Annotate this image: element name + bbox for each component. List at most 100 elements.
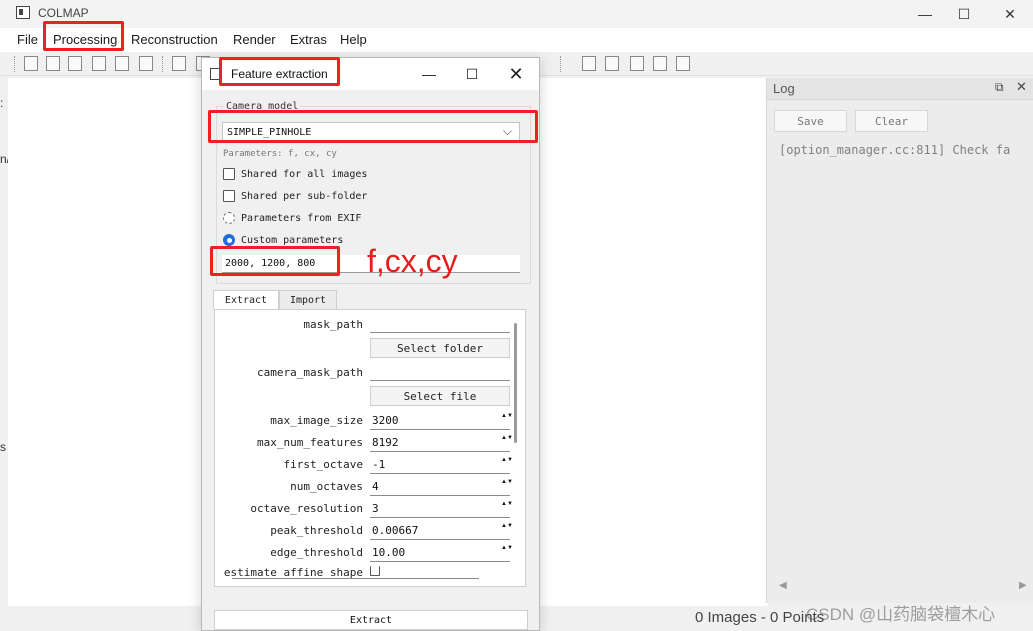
menu-render[interactable]: Render [233,32,276,47]
checkbox-icon[interactable] [223,168,235,180]
toolbar-separator [162,56,163,72]
app-title: COLMAP [38,6,89,20]
log-panel: Log ⧉ ✕ Save Clear [option_manager.cc:81… [766,78,1033,603]
highlight-custom-parameters [210,246,340,276]
radio-icon[interactable] [223,212,235,224]
close-icon[interactable]: ✕ [1016,79,1027,95]
bar-chart-icon[interactable] [630,56,644,71]
shared-sub-folder-checkbox[interactable]: Shared per sub-folder [223,188,367,204]
tab-bar: Extract Import [213,290,531,310]
spin-arrows-icon[interactable]: ▲▼ [501,456,513,472]
import-icon[interactable] [172,56,186,71]
spin-arrows-icon[interactable]: ▲▼ [501,522,513,538]
camera-mask-path-label: camera_mask_path [257,366,363,379]
menu-help[interactable]: Help [340,32,367,47]
log-header: Log ⧉ ✕ [767,78,1033,100]
first-octave-label: first_octave [283,458,363,471]
menu-reconstruction[interactable]: Reconstruction [131,32,218,47]
menu-file[interactable]: File [17,32,38,47]
radio-selected-icon[interactable] [223,234,235,246]
edit-project-icon[interactable] [68,56,82,71]
highlight-camera-model [208,110,538,143]
checkbox-icon[interactable] [223,190,235,202]
spin-value: 3 [372,502,379,515]
new-project-icon[interactable] [24,56,38,71]
estimate-affine-shape-checkbox[interactable] [370,566,380,576]
log-horizontal-scrollbar[interactable]: ◀ ▶ [775,580,1031,596]
spin-arrows-icon[interactable]: ▲▼ [501,544,513,560]
dialog-close-button[interactable]: ✕ [503,62,529,86]
edge-threshold-label: edge_threshold [270,546,363,559]
max-image-size-label: max_image_size [270,414,363,427]
dialog-maximize-button[interactable]: ☐ [459,62,485,86]
options-scroll-area[interactable]: mask_path Select folder camera_mask_path… [218,313,524,585]
log-save-button[interactable]: Save [774,110,847,132]
parameters-from-exif-radio[interactable]: Parameters from EXIF [223,210,361,226]
num-octaves-label: num_octaves [290,480,363,493]
spin-value: 4 [372,480,379,493]
spin-arrows-icon[interactable]: ▲▼ [501,412,513,428]
title-bar: COLMAP — ☐ ✕ [0,0,1033,28]
scroll-left-icon[interactable]: ◀ [779,580,787,591]
tab-extract[interactable]: Extract [213,290,279,310]
feature-extraction-dialog: Feature extraction — ☐ ✕ Camera model SI… [201,57,540,631]
screenshot-icon[interactable] [653,56,667,71]
log-text: [option_manager.cc:811] Check fa [779,143,1011,157]
maximize-button[interactable]: ☐ [941,0,987,28]
spin-value: 10.00 [372,546,406,559]
log-clear-button[interactable]: Clear [855,110,928,132]
vertical-scrollbar[interactable] [514,323,517,443]
mask-path-label: mask_path [303,318,363,331]
peak-threshold-spinbox[interactable]: 0.00667 ▲▼ [370,521,513,540]
max-image-size-spinbox[interactable]: 3200 ▲▼ [370,411,513,430]
save-as-icon[interactable] [115,56,129,71]
save-project-icon[interactable] [92,56,106,71]
float-icon[interactable]: ⧉ [995,80,1004,95]
open-project-icon[interactable] [46,56,60,71]
octave-resolution-spinbox[interactable]: 3 ▲▼ [370,499,513,518]
menu-bar: File Processing Reconstruction Render Ex… [0,28,1033,52]
edge-glyph: : [0,96,4,110]
edge-glyph: s [0,440,6,454]
horizontal-scrollbar[interactable] [232,578,479,579]
shared-all-images-checkbox[interactable]: Shared for all images [223,166,367,182]
tab-import[interactable]: Import [279,290,337,310]
max-num-features-label: max_num_features [257,436,363,449]
octave-resolution-label: octave_resolution [250,502,363,515]
first-octave-spinbox[interactable]: -1 ▲▼ [370,455,513,474]
option-label: Shared for all images [241,168,368,180]
app-icon [16,6,30,19]
extract-options-panel: mask_path Select folder camera_mask_path… [214,309,526,587]
parameters-hint: Parameters: f, cx, cy [223,149,337,159]
max-num-features-spinbox[interactable]: 8192 ▲▼ [370,433,513,452]
spin-arrows-icon[interactable]: ▲▼ [501,478,513,494]
menu-extras[interactable]: Extras [290,32,327,47]
dialog-minimize-button[interactable]: — [416,62,442,86]
log-title: Log [773,81,795,96]
spin-value: -1 [372,458,386,471]
grid-icon[interactable] [605,56,619,71]
select-folder-button[interactable]: Select folder [370,338,510,358]
spin-value: 0.00667 [372,524,419,537]
spin-value: 8192 [372,436,399,449]
num-octaves-spinbox[interactable]: 4 ▲▼ [370,477,513,496]
scroll-right-icon[interactable]: ▶ [1019,580,1027,591]
left-edge: : n/ s [0,80,10,600]
spin-arrows-icon[interactable]: ▲▼ [501,434,513,450]
export-icon[interactable] [139,56,153,71]
select-file-button[interactable]: Select file [370,386,510,406]
spin-arrows-icon[interactable]: ▲▼ [501,500,513,516]
extract-button[interactable]: Extract [214,610,528,630]
film-icon[interactable] [676,56,690,71]
log-icon[interactable] [582,56,596,71]
option-label: Parameters from EXIF [241,212,362,224]
highlight-processing-menu [43,21,124,51]
annotation-note: f,cx,cy [367,243,458,279]
peak-threshold-label: peak_threshold [270,524,363,537]
close-button[interactable]: ✕ [987,0,1033,28]
edge-threshold-spinbox[interactable]: 10.00 ▲▼ [370,543,513,562]
status-text: 0 Images - 0 Points [695,609,825,626]
highlight-dialog-title [219,57,340,86]
mask-path-input[interactable] [370,315,510,333]
camera-mask-path-input[interactable] [370,363,510,381]
